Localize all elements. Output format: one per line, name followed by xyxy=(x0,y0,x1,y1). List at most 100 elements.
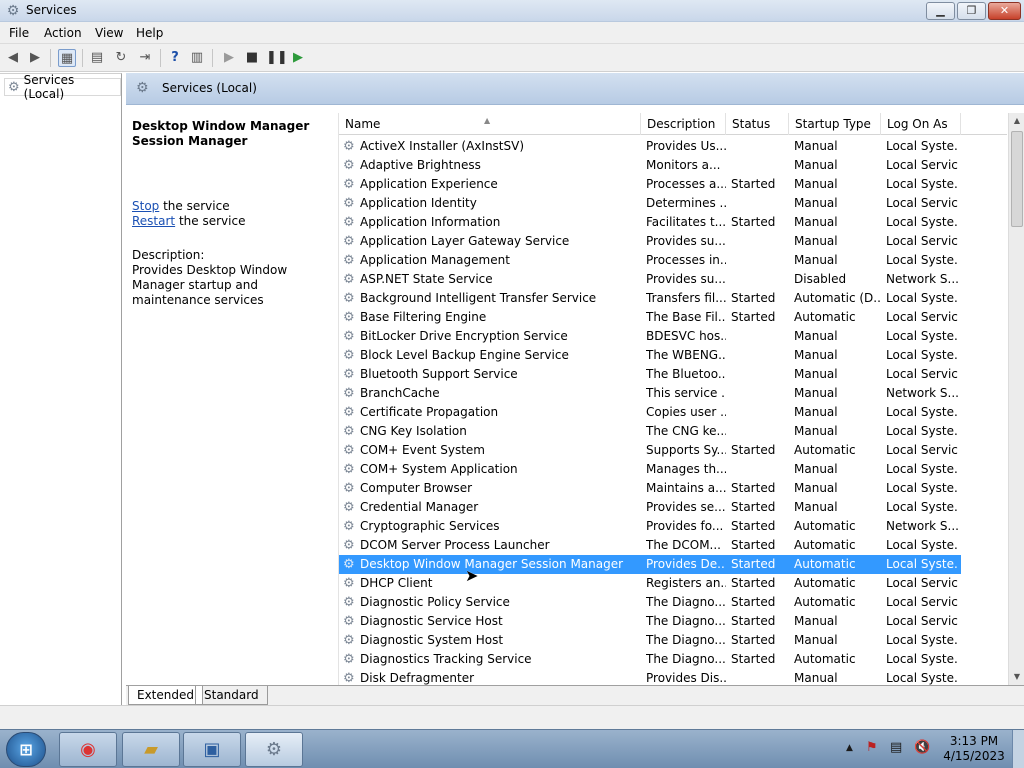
table-row[interactable]: ⚙ Application Identity Determines ... Manua… xyxy=(339,194,961,213)
service-startup-type: Automatic xyxy=(794,595,856,609)
column-header-status[interactable]: Status xyxy=(726,113,789,135)
show-hidden-icons-icon[interactable]: ▲ xyxy=(846,743,853,753)
table-row[interactable]: ⚙ Certificate Propagation Copies user ... M… xyxy=(339,403,961,422)
system-clock[interactable]: 3:13 PM 4/15/2023 xyxy=(942,734,1006,764)
table-row[interactable]: ⚙ CNG Key Isolation The CNG ke... Manual Loc… xyxy=(339,422,961,441)
table-row[interactable]: ⚙ Diagnostic System Host The Diagno... Star… xyxy=(339,631,961,650)
maximize-button[interactable]: ❐ xyxy=(957,2,986,20)
service-description-cell: The Bluetoo... xyxy=(646,367,726,381)
services-gear-icon: ⚙ xyxy=(8,79,20,95)
restart-service-link[interactable]: Restart xyxy=(132,214,175,228)
table-row[interactable]: ⚙ Application Layer Gateway Service Provid… xyxy=(339,232,961,251)
column-header-description[interactable]: Description xyxy=(641,113,726,135)
service-startup-type: Manual xyxy=(794,158,838,172)
menu-help[interactable]: Help xyxy=(136,26,163,40)
service-log-on-as: Local Service xyxy=(886,158,958,172)
table-row[interactable]: ⚙ COM+ System Application Manages th... Man… xyxy=(339,460,961,479)
service-status: Started xyxy=(731,500,776,514)
stop-service-icon[interactable]: ■ xyxy=(243,49,261,67)
service-startup-type: Manual xyxy=(794,215,838,229)
pause-service-icon[interactable]: ❚❚ xyxy=(266,49,288,67)
table-row[interactable]: ⚙ Diagnostic Policy Service The Diagno... S… xyxy=(339,593,961,612)
table-row[interactable]: ⚙ Application Management Processes in... Ma… xyxy=(339,251,961,270)
back-icon[interactable]: ◀ xyxy=(4,49,22,67)
service-status: Started xyxy=(731,614,776,628)
scroll-down-icon[interactable]: ▼ xyxy=(1009,669,1024,685)
close-button[interactable]: ✕ xyxy=(988,2,1021,20)
show-action-pane-icon[interactable]: ▥ xyxy=(188,49,206,67)
table-row[interactable]: ⚙ DHCP Client Registers an... Started Automa… xyxy=(339,574,961,593)
toolbar-separator xyxy=(212,49,213,67)
table-row[interactable]: ⚙ Computer Browser Maintains a... Started Ma… xyxy=(339,479,961,498)
service-log-on-as: Local Syste... xyxy=(886,405,958,419)
service-log-on-as: Local Service xyxy=(886,614,958,628)
taskbar-services[interactable]: ⚙ xyxy=(245,732,303,767)
service-startup-type: Manual xyxy=(794,671,838,685)
table-row[interactable]: ⚙ Bluetooth Support Service The Bluetoo...… xyxy=(339,365,961,384)
table-row[interactable]: ⚙ BranchCache This service ... Manual Networ… xyxy=(339,384,961,403)
table-row[interactable]: ⚙ Diagnostics Tracking Service The Diagno.… xyxy=(339,650,961,669)
stop-service-link[interactable]: Stop xyxy=(132,199,159,213)
service-name: ActiveX Installer (AxInstSV) xyxy=(360,139,525,153)
column-header-startup-type[interactable]: Startup Type xyxy=(789,113,881,135)
tree-item-services-local[interactable]: ⚙ Services (Local) xyxy=(4,73,121,101)
table-row[interactable]: ⚙ Diagnostic Service Host The Diagno... Sta… xyxy=(339,612,961,631)
restart-service-icon[interactable]: ▶ xyxy=(289,49,307,67)
service-startup-type: Automatic xyxy=(794,443,856,457)
table-row[interactable]: ⚙ Background Intelligent Transfer Service… xyxy=(339,289,961,308)
taskbar-chrome[interactable]: ◉ xyxy=(59,732,117,767)
start-button[interactable]: ⊞ xyxy=(6,732,46,767)
column-header-log-on-as[interactable]: Log On As xyxy=(881,113,961,135)
table-row[interactable]: ⚙ Adaptive Brightness Monitors a... Manual L… xyxy=(339,156,961,175)
menu-view[interactable]: View xyxy=(95,26,123,40)
tab-extended[interactable]: Extended xyxy=(128,686,203,705)
tab-standard[interactable]: Standard xyxy=(195,686,268,705)
table-row[interactable]: ⚙ COM+ Event System Supports Sy... Started A… xyxy=(339,441,961,460)
service-status: Started xyxy=(731,595,776,609)
table-row[interactable]: ⚙ Credential Manager Provides se... Started… xyxy=(339,498,961,517)
table-row[interactable]: ⚙ DCOM Server Process Launcher The DCOM...… xyxy=(339,536,961,555)
service-name: Application Identity xyxy=(360,196,477,210)
forward-icon[interactable]: ▶ xyxy=(26,49,44,67)
show-hide-console-tree-icon[interactable]: ▦ xyxy=(58,49,76,67)
action-center-flag-icon[interactable]: ⚑ xyxy=(866,740,878,755)
minimize-button[interactable]: ▁ xyxy=(926,2,955,20)
menu-action[interactable]: Action xyxy=(44,26,82,40)
show-desktop-button[interactable] xyxy=(1012,730,1024,768)
start-service-icon[interactable]: ▶ xyxy=(220,49,238,67)
service-startup-type: Manual xyxy=(794,633,838,647)
service-status: Started xyxy=(731,481,776,495)
table-row[interactable]: ⚙ Base Filtering Engine The Base Fil... Sta… xyxy=(339,308,961,327)
table-row[interactable]: ⚙ ActiveX Installer (AxInstSV) Provides Us… xyxy=(339,137,961,156)
export-list-icon[interactable]: ⇥ xyxy=(136,49,154,67)
column-header-name[interactable]: ▲ Name xyxy=(339,113,641,135)
taskbar-explorer[interactable]: ▰ xyxy=(122,732,180,767)
service-gear-icon: ⚙ xyxy=(343,462,355,477)
scroll-thumb[interactable] xyxy=(1011,131,1023,227)
table-row[interactable]: ⚙ Block Level Backup Engine Service The WB… xyxy=(339,346,961,365)
table-row[interactable]: ⚙ BitLocker Drive Encryption Service BDESV… xyxy=(339,327,961,346)
table-row[interactable]: ⚙ Disk Defragmenter Provides Dis... Manual L… xyxy=(339,669,961,685)
vertical-scrollbar[interactable]: ▲ ▼ xyxy=(1008,113,1024,685)
network-icon[interactable]: ▤ xyxy=(890,740,902,755)
service-status: Started xyxy=(731,652,776,666)
refresh-icon[interactable]: ↻ xyxy=(112,49,130,67)
volume-muted-icon[interactable]: 🔇 xyxy=(914,740,930,755)
scroll-up-icon[interactable]: ▲ xyxy=(1009,113,1024,129)
properties-icon[interactable]: ▤ xyxy=(88,49,106,67)
service-gear-icon: ⚙ xyxy=(343,614,355,629)
help-icon[interactable]: ? xyxy=(166,49,184,67)
taskbar-control-panel[interactable]: ▣ xyxy=(183,732,241,767)
table-row[interactable]: ⚙ Application Information Facilitates t...… xyxy=(339,213,961,232)
service-gear-icon: ⚙ xyxy=(343,538,355,553)
service-log-on-as: Network S... xyxy=(886,272,958,286)
table-row[interactable]: ⚙ Desktop Window Manager Session Manager P… xyxy=(339,555,961,574)
table-row[interactable]: ⚙ ASP.NET State Service Provides su... Disa… xyxy=(339,270,961,289)
table-row[interactable]: ⚙ Application Experience Processes a... Sta… xyxy=(339,175,961,194)
service-name: Block Level Backup Engine Service xyxy=(360,348,569,362)
menu-file[interactable]: File xyxy=(9,26,29,40)
description-label: Description: xyxy=(132,248,205,262)
service-description-cell: Provides Dis... xyxy=(646,671,726,685)
sort-ascending-icon: ▲ xyxy=(484,116,491,125)
table-row[interactable]: ⚙ Cryptographic Services Provides fo... Sta… xyxy=(339,517,961,536)
